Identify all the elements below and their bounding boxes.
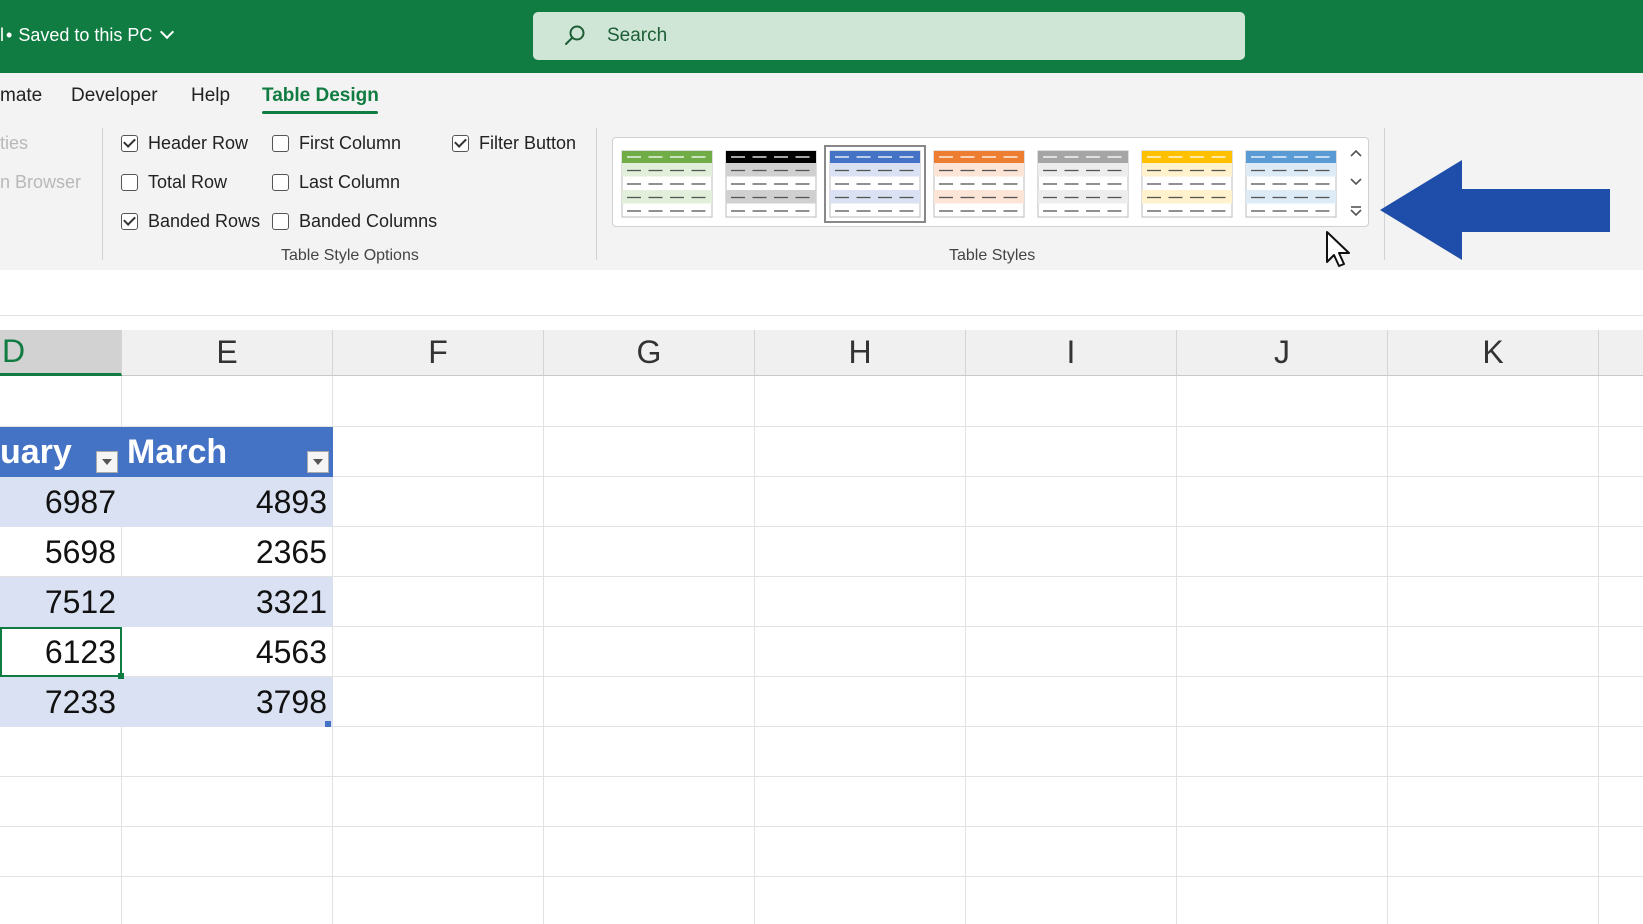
ribbon-item-properties: ties xyxy=(0,133,29,153)
gridline xyxy=(543,376,544,924)
table-cell[interactable]: 5698 xyxy=(0,527,122,577)
gridline xyxy=(0,826,1643,827)
expand-gallery-icon xyxy=(1350,205,1362,216)
table-cell[interactable]: 3321 xyxy=(122,577,333,627)
search-box[interactable]: Search xyxy=(533,12,1245,60)
table-style-thumbnail[interactable] xyxy=(621,150,713,218)
divider xyxy=(596,128,597,260)
chevron-up-icon xyxy=(1350,149,1362,157)
tab-automate[interactable]: mate xyxy=(0,85,42,107)
banded-columns-label: Banded Columns xyxy=(299,211,438,231)
total-row-option[interactable]: Total Row xyxy=(121,172,227,193)
total-row-label: Total Row xyxy=(148,172,228,192)
table-cell[interactable]: 6987 xyxy=(0,477,122,527)
column-header-k[interactable]: K xyxy=(1388,330,1599,376)
table-cell[interactable]: 4563 xyxy=(122,627,333,677)
header-row-checkbox[interactable] xyxy=(121,135,138,152)
ribbon-item-open-in-browser: n Browser xyxy=(0,172,82,192)
table-style-thumbnail[interactable] xyxy=(725,150,817,218)
table-header-cell[interactable]: March xyxy=(122,427,333,477)
filter-dropdown-icon[interactable] xyxy=(96,451,118,473)
ribbon-tabs: mate Developer Help Table Design xyxy=(0,73,1643,118)
table-cell[interactable]: 4893 xyxy=(122,477,333,527)
table-style-thumbnail[interactable] xyxy=(824,145,926,223)
last-column-option[interactable]: Last Column xyxy=(272,172,400,193)
chevron-down-icon[interactable] xyxy=(160,24,175,40)
last-column-checkbox[interactable] xyxy=(272,174,289,191)
tab-developer[interactable]: Developer xyxy=(71,85,158,107)
table-cell[interactable]: 3798 xyxy=(122,677,333,727)
gallery-scroll-down-button[interactable] xyxy=(1345,169,1367,195)
formula-area xyxy=(0,270,1643,316)
divider xyxy=(102,128,103,260)
banded-columns-option[interactable]: Banded Columns xyxy=(272,211,437,232)
gridline xyxy=(1387,376,1388,924)
banded-rows-label: Banded Rows xyxy=(148,211,261,231)
banded-rows-checkbox[interactable] xyxy=(121,213,138,230)
table-style-thumbnail[interactable] xyxy=(933,150,1025,218)
table-header-label: uary xyxy=(0,432,72,471)
group-label-table-style-options: Table Style Options xyxy=(281,247,419,264)
gridline xyxy=(0,876,1643,877)
banded-columns-checkbox[interactable] xyxy=(272,213,289,230)
table-resize-handle[interactable] xyxy=(325,721,331,727)
file-name-fragment: l xyxy=(0,25,4,45)
header-row-option[interactable]: Header Row xyxy=(121,133,248,154)
table-cell[interactable]: 7233 xyxy=(0,677,122,727)
filter-dropdown-icon[interactable] xyxy=(307,451,329,473)
gridline xyxy=(0,776,1643,777)
filter-button-option[interactable]: Filter Button xyxy=(452,133,576,154)
first-column-option[interactable]: First Column xyxy=(272,133,401,154)
gridline xyxy=(754,376,755,924)
column-header-h[interactable]: H xyxy=(755,330,966,376)
column-header-f[interactable]: F xyxy=(333,330,544,376)
tab-table-design[interactable]: Table Design xyxy=(262,85,379,107)
fill-handle[interactable] xyxy=(118,673,124,679)
gallery-more-button[interactable] xyxy=(1345,198,1367,224)
first-column-checkbox[interactable] xyxy=(272,135,289,152)
gridline xyxy=(965,376,966,924)
save-status: Saved to this PC xyxy=(18,25,153,45)
table-style-thumbnail[interactable] xyxy=(1245,150,1337,218)
first-column-label: First Column xyxy=(299,133,402,153)
header-row-label: Header Row xyxy=(148,133,249,153)
table-style-thumbnail[interactable] xyxy=(1037,150,1129,218)
tab-help[interactable]: Help xyxy=(191,85,230,107)
table-styles-gallery xyxy=(612,137,1369,227)
table-cell[interactable]: 2365 xyxy=(122,527,333,577)
gridline xyxy=(1598,376,1599,924)
column-header-i[interactable]: I xyxy=(966,330,1177,376)
chevron-down-icon xyxy=(1350,178,1362,186)
active-cell[interactable]: 6123 xyxy=(0,627,122,677)
search-icon xyxy=(565,25,585,45)
column-header-e[interactable]: E xyxy=(122,330,333,376)
column-header-j[interactable]: J xyxy=(1177,330,1388,376)
annotation-arrow-icon xyxy=(1380,160,1610,260)
file-status[interactable]: l • Saved to this PC xyxy=(0,24,175,46)
total-row-checkbox[interactable] xyxy=(121,174,138,191)
column-header-next[interactable] xyxy=(1599,330,1643,376)
column-header-g[interactable]: G xyxy=(544,330,755,376)
gallery-scroll-up-button[interactable] xyxy=(1345,140,1367,166)
last-column-label: Last Column xyxy=(299,172,401,192)
gridline xyxy=(1176,376,1177,924)
group-label-table-styles: Table Styles xyxy=(949,247,1036,264)
filter-button-label: Filter Button xyxy=(479,133,577,153)
active-tab-indicator xyxy=(262,111,378,114)
table-style-thumbnail[interactable] xyxy=(1141,150,1233,218)
search-placeholder: Search xyxy=(607,25,668,46)
filter-button-checkbox[interactable] xyxy=(452,135,469,152)
title-bar: l • Saved to this PC Search xyxy=(0,0,1643,73)
column-header-d[interactable]: D xyxy=(0,330,122,376)
mouse-cursor-icon xyxy=(1326,231,1350,267)
table-cell[interactable]: 7512 xyxy=(0,577,122,627)
banded-rows-option[interactable]: Banded Rows xyxy=(121,211,260,232)
table-header-label: March xyxy=(127,432,228,471)
